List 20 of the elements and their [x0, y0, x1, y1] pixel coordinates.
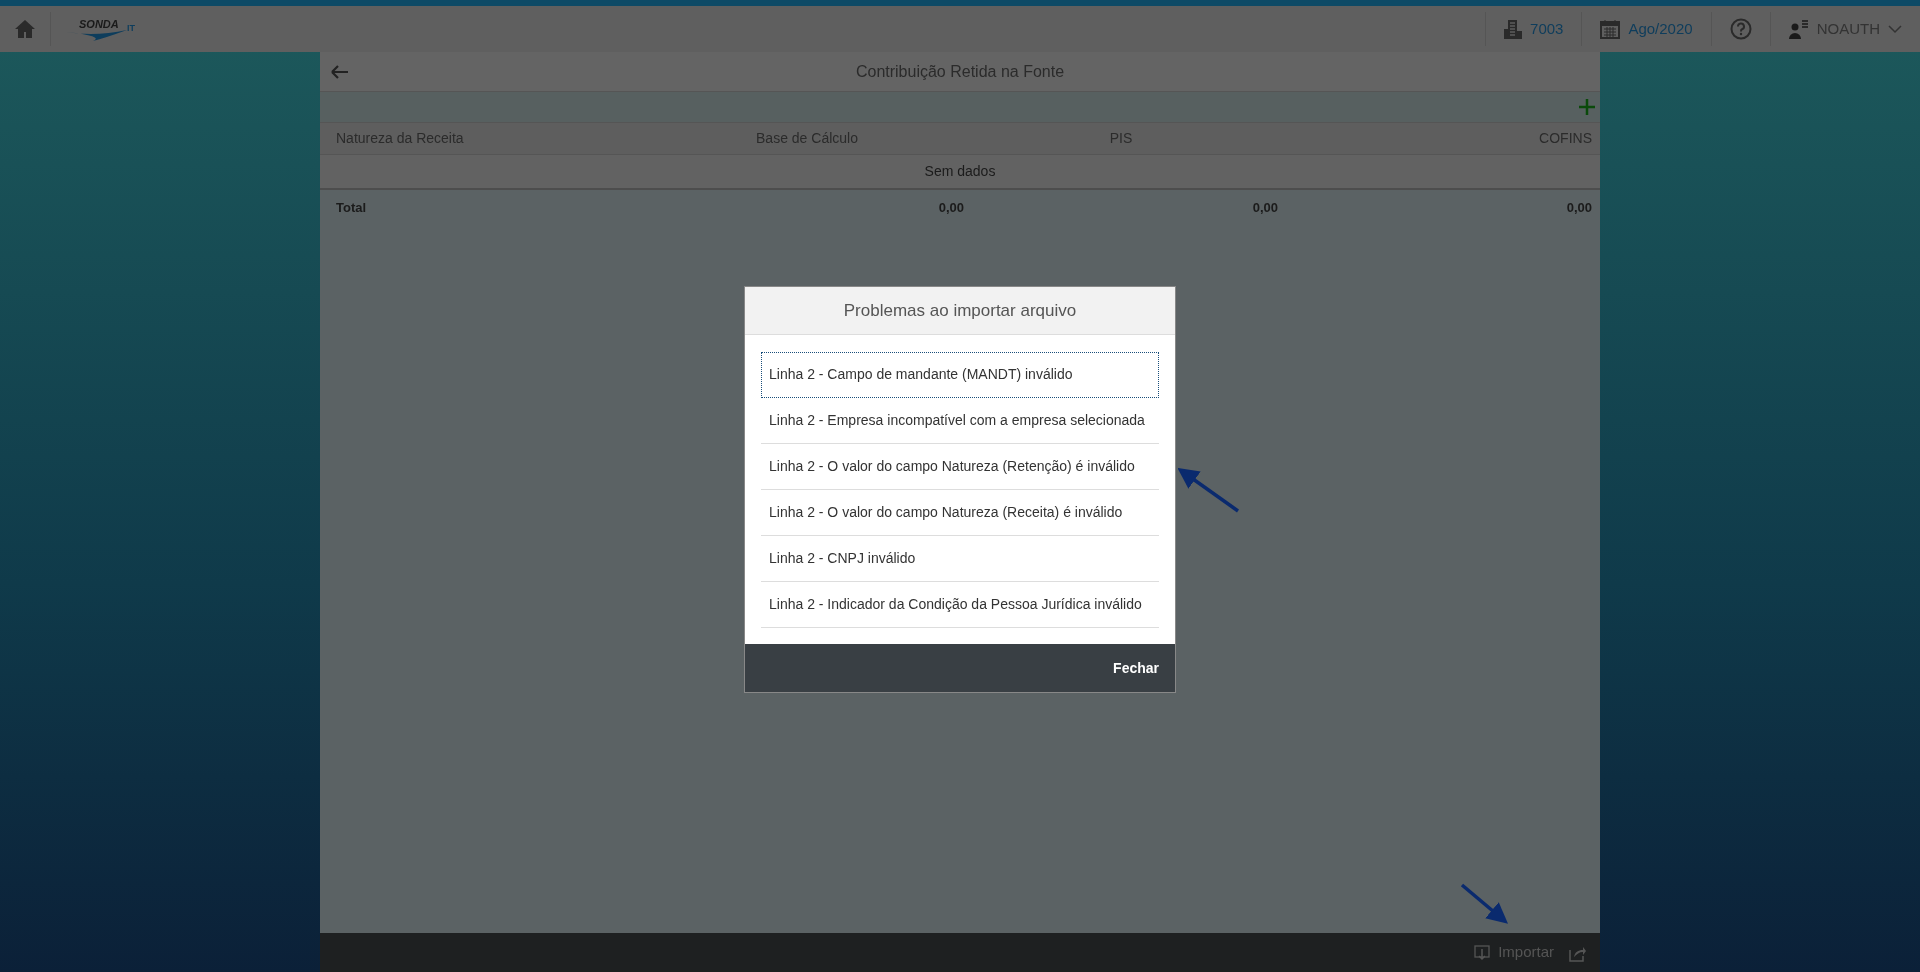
- logo: SONDA IT: [65, 14, 135, 44]
- building-icon: [1504, 19, 1523, 39]
- add-button[interactable]: [1578, 98, 1596, 116]
- page-title: Contribuição Retida na Fonte: [855, 61, 1065, 82]
- empty-message: Sem dados: [320, 155, 1600, 190]
- calendar-icon: [1600, 19, 1621, 39]
- home-icon[interactable]: [14, 18, 36, 40]
- close-button[interactable]: Fechar: [1113, 653, 1159, 683]
- dialog-title: Problemas ao importar arquivo: [745, 287, 1175, 335]
- annotation-arrow: [1178, 466, 1242, 514]
- back-button[interactable]: [331, 64, 349, 79]
- total-value: 0,00: [937, 198, 964, 217]
- total-value: 0,00: [1251, 198, 1278, 217]
- error-item[interactable]: Linha 2 - Campo de mandante (MANDT) inválido: [761, 352, 1159, 398]
- help-icon[interactable]: [1729, 18, 1752, 40]
- user-icon: [1788, 19, 1809, 39]
- import-icon: [1474, 944, 1491, 961]
- chevron-down-icon: [1888, 24, 1902, 34]
- total-label: Total: [336, 198, 368, 217]
- total-value: 0,00: [1565, 198, 1592, 217]
